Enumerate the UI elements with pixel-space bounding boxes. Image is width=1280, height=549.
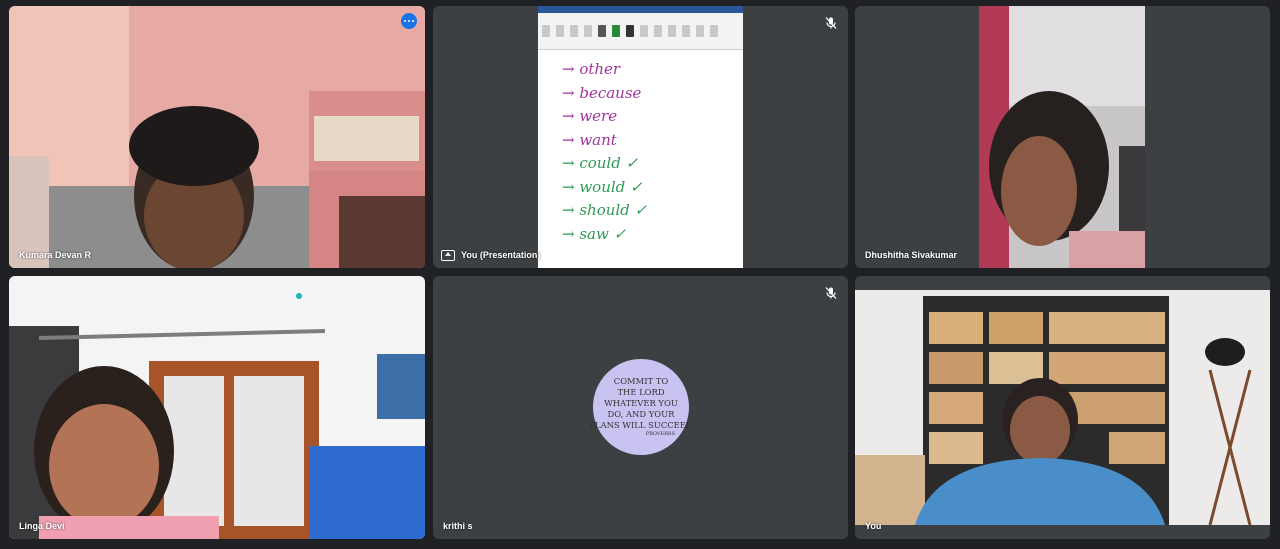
word-item: → could ✓ <box>562 154 639 172</box>
dot-icon <box>404 20 406 22</box>
participant-tile-dhushitha[interactable]: Dhushitha Sivakumar <box>855 6 1270 268</box>
participant-name: Kumara Devan R <box>19 250 92 260</box>
avatar-source: PROVERBS <box>645 431 675 437</box>
avatar-text-line: COMMIT TO <box>613 376 669 386</box>
participant-tile-kumara[interactable]: Kumara Devan R <box>9 6 425 268</box>
video-feed <box>9 276 425 539</box>
word-item: → saw ✓ <box>562 224 627 243</box>
avatar-text-line: THE LORD <box>617 387 665 397</box>
avatar-text-line: WHATEVER YOU <box>604 398 678 408</box>
participant-name: krithi s <box>443 521 473 531</box>
presentation-icon <box>441 250 455 261</box>
avatar-text-line: DO, AND YOUR <box>607 409 675 419</box>
app-title-bar <box>538 6 743 13</box>
participant-name: You <box>865 521 882 531</box>
video-feed <box>855 290 1270 525</box>
mic-off-icon <box>825 287 837 299</box>
avatar-text-line: PLANS WILL SUCCEED <box>589 420 693 430</box>
more-options-button[interactable] <box>401 13 417 29</box>
participant-tile-you[interactable]: You <box>855 276 1270 539</box>
word-item: → should ✓ <box>562 201 648 219</box>
video-feed <box>979 6 1145 268</box>
word-item: → would ✓ <box>562 177 643 196</box>
participant-tile-krithi[interactable]: COMMIT TO THE LORD WHATEVER YOU DO, AND … <box>433 276 848 539</box>
handwritten-word-list: → other → because → were → want → could … <box>538 50 743 246</box>
participant-name: You (Presentation) <box>461 250 541 260</box>
participant-tile-presentation[interactable]: → other → because → were → want → could … <box>433 6 848 268</box>
word-item: → because <box>562 83 642 102</box>
word-item: → were <box>562 107 618 125</box>
avatar: COMMIT TO THE LORD WHATEVER YOU DO, AND … <box>589 359 693 455</box>
participant-name: Dhushitha Sivakumar <box>865 250 958 260</box>
word-item: → other <box>562 60 621 78</box>
shared-screen-document: → other → because → were → want → could … <box>538 6 743 268</box>
mic-off-icon <box>825 17 837 29</box>
video-feed <box>9 6 425 268</box>
app-ribbon <box>538 13 743 50</box>
participant-name: Linga Devi <box>19 521 65 531</box>
word-item: → want <box>562 130 617 149</box>
dot-icon <box>412 20 414 22</box>
dot-icon <box>408 20 410 22</box>
participant-tile-linga[interactable]: Linga Devi <box>9 276 425 539</box>
